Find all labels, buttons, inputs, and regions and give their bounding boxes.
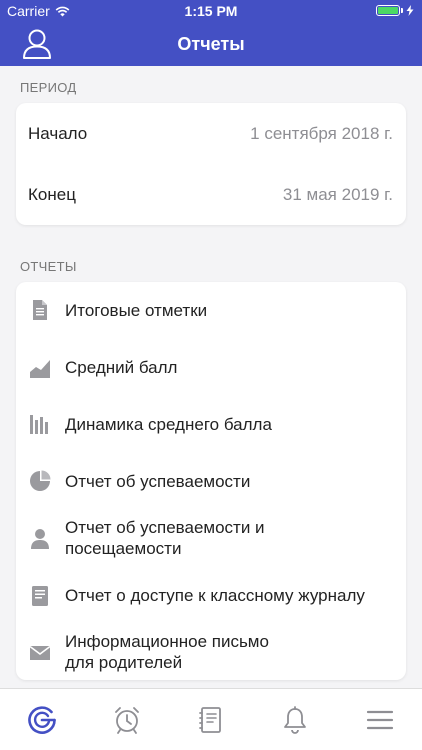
report-label-line2: посещаемости	[65, 539, 182, 558]
clock: 1:15 PM	[184, 3, 238, 19]
battery-icon	[376, 5, 400, 16]
reports-section-label: ОТЧЕТЫ	[20, 259, 77, 274]
report-label: Итоговые отметки	[65, 301, 208, 320]
report-label-line1: Информационное письмо	[65, 632, 269, 651]
period-end-row[interactable]: Конец 31 мая 2019 г.	[16, 164, 406, 225]
reports-card: Итоговые отметки Средний балл Динамика с…	[16, 282, 406, 680]
period-start-row[interactable]: Начало 1 сентября 2018 г.	[16, 103, 406, 164]
report-label: Средний балл	[65, 358, 178, 377]
report-label-line1: Отчет об успеваемости и	[65, 518, 265, 537]
battery-indicator	[376, 5, 414, 16]
alarm-clock-icon[interactable]	[112, 705, 142, 735]
document-icon	[33, 300, 47, 320]
status-bar: Carrier 1:15 PM	[0, 0, 422, 22]
menu-icon[interactable]	[365, 705, 395, 735]
envelope-icon	[29, 645, 51, 660]
report-item-performance-attendance[interactable]: Отчет об успеваемости и посещаемости	[16, 510, 406, 567]
area-chart-icon	[30, 360, 50, 378]
report-item-journal-access[interactable]: Отчет о доступе к классному журналу	[16, 567, 406, 624]
report-item-performance[interactable]: Отчет об успеваемости	[16, 453, 406, 510]
report-item-final-grades[interactable]: Итоговые отметки	[16, 282, 406, 339]
charging-bolt-icon	[406, 5, 414, 16]
period-start-label: Начало	[28, 124, 88, 143]
period-end-label: Конец	[28, 185, 76, 204]
bell-icon[interactable]	[280, 705, 310, 735]
report-label-line2: для родителей	[65, 653, 183, 672]
report-label-multiline: Информационное письмо для родителей	[65, 631, 269, 673]
notebook-icon[interactable]	[196, 705, 226, 735]
report-label: Отчет о доступе к классному журналу	[65, 586, 365, 605]
report-label-multiline: Отчет об успеваемости и посещаемости	[65, 517, 265, 559]
page-title: Отчеты	[177, 34, 245, 54]
journal-icon	[32, 586, 48, 606]
bar-chart-icon	[30, 415, 48, 434]
report-item-parent-letter[interactable]: Информационное письмо для родителей	[16, 624, 406, 680]
period-card: Начало 1 сентября 2018 г. Конец 31 мая 2…	[16, 103, 406, 225]
app-header: Carrier 1:15 PM Отчеты	[0, 0, 422, 66]
period-start-value: 1 сентября 2018 г.	[250, 124, 393, 143]
report-label: Отчет об успеваемости	[65, 472, 251, 491]
home-logo-icon[interactable]	[27, 705, 57, 735]
report-item-average-grade[interactable]: Средний балл	[16, 339, 406, 396]
period-end-value: 31 мая 2019 г.	[282, 185, 393, 204]
period-section-label: ПЕРИОД	[20, 80, 77, 95]
report-label: Динамика среднего балла	[65, 415, 272, 434]
person-icon	[31, 529, 49, 549]
navigation-bar: Отчеты	[0, 22, 422, 66]
pie-chart-icon	[30, 470, 51, 491]
tab-bar	[0, 688, 422, 750]
report-item-average-dynamics[interactable]: Динамика среднего балла	[16, 396, 406, 453]
